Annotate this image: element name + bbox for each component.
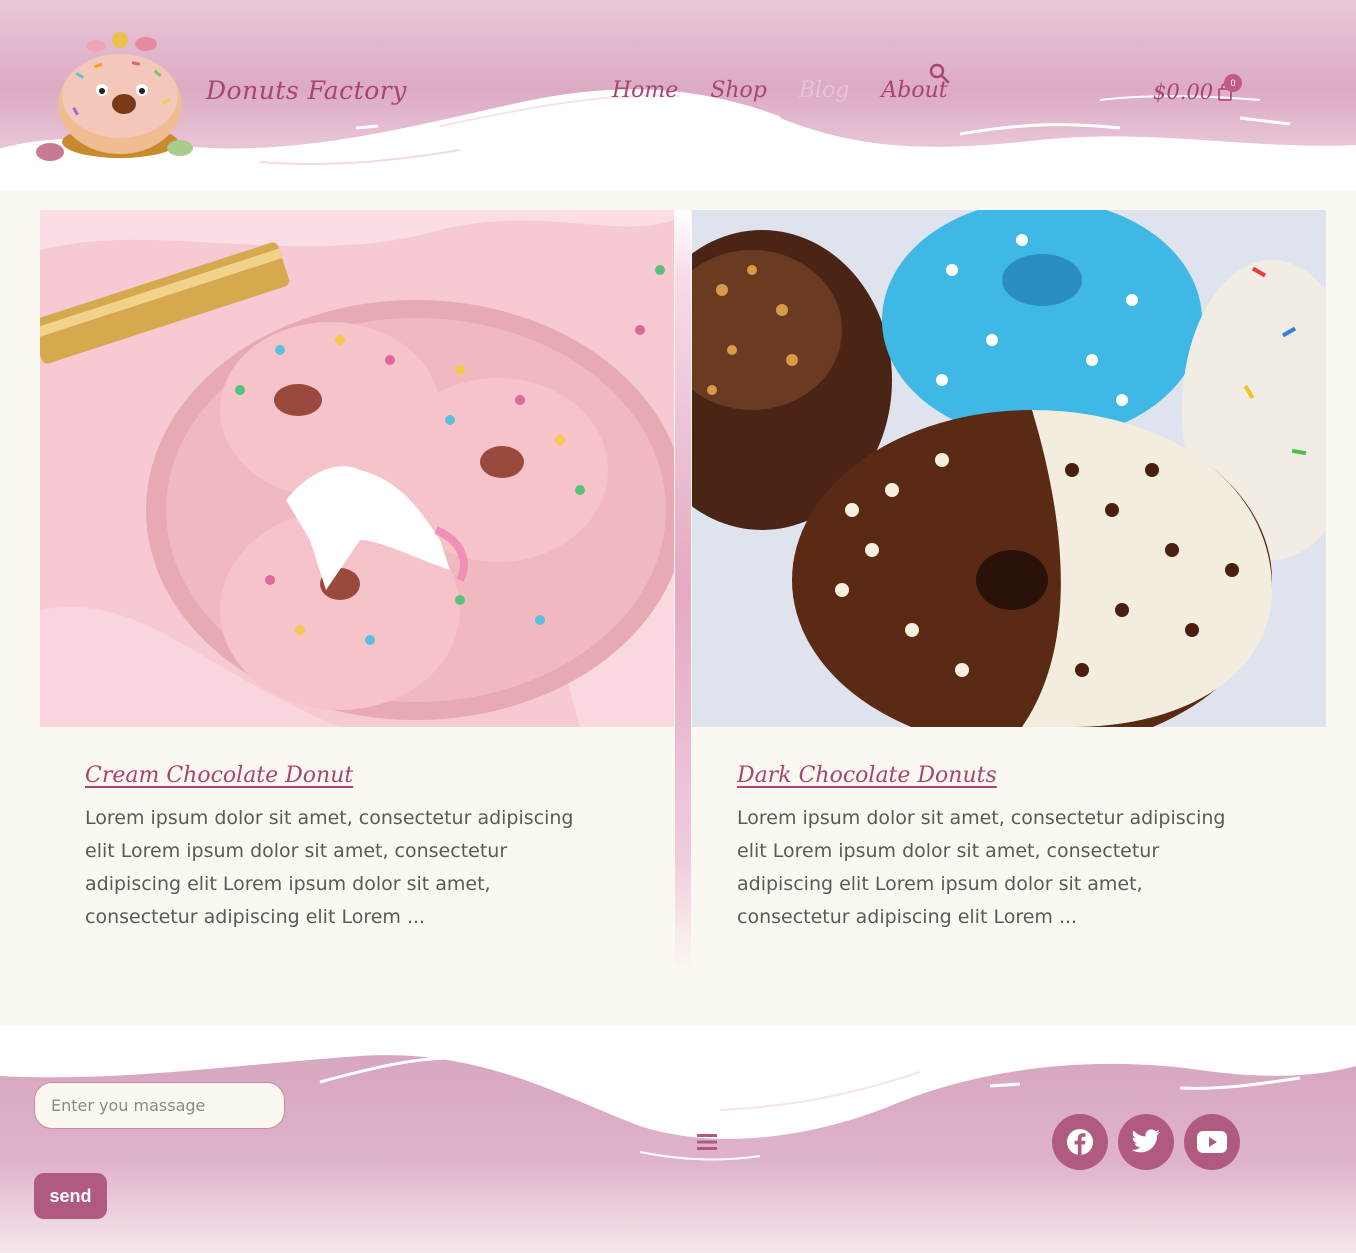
site-footer: send [0, 1026, 1356, 1253]
blog-posts: Cream Chocolate Donut Lorem ipsum dolor … [40, 210, 1326, 970]
post-card: Dark Chocolate Donuts Lorem ipsum dolor … [692, 210, 1326, 934]
post-divider [675, 210, 691, 970]
donut-logo-image[interactable] [36, 30, 200, 166]
brand-name[interactable]: Donuts Factory [206, 76, 407, 105]
youtube-link[interactable] [1184, 1114, 1240, 1170]
facebook-link[interactable] [1052, 1114, 1108, 1170]
post-title[interactable]: Cream Chocolate Donut [85, 763, 353, 788]
facebook-icon [1067, 1129, 1093, 1155]
post-excerpt: Lorem ipsum dolor sit amet, consectetur … [85, 807, 574, 928]
youtube-icon [1197, 1131, 1227, 1153]
dark-chocolate-donut-image[interactable] [692, 210, 1326, 727]
message-input[interactable] [34, 1082, 285, 1129]
post-title[interactable]: Dark Chocolate Donuts [737, 763, 997, 788]
cart-total: $0.00 [1153, 80, 1214, 104]
nav-shop[interactable]: Shop [710, 78, 767, 103]
hamburger-menu-icon[interactable] [695, 1132, 719, 1152]
post-card: Cream Chocolate Donut Lorem ipsum dolor … [40, 210, 674, 934]
twitter-icon [1131, 1129, 1160, 1153]
nav-blog[interactable]: Blog [799, 78, 850, 103]
cart-count-badge: 0 [1224, 74, 1242, 92]
cart-button[interactable]: $0.00 [1153, 80, 1233, 104]
twitter-link[interactable] [1118, 1114, 1174, 1170]
send-button[interactable]: send [34, 1173, 107, 1219]
search-icon[interactable] [928, 62, 950, 84]
post-excerpt: Lorem ipsum dolor sit amet, consectetur … [737, 807, 1226, 928]
nav-home[interactable]: Home [612, 78, 678, 103]
cream-donut-image[interactable] [40, 210, 674, 727]
main-nav: Home Shop Blog About [612, 78, 980, 103]
site-header: Donuts Factory Home Shop Blog About $0.0… [0, 0, 1356, 190]
social-links [1052, 1114, 1240, 1170]
